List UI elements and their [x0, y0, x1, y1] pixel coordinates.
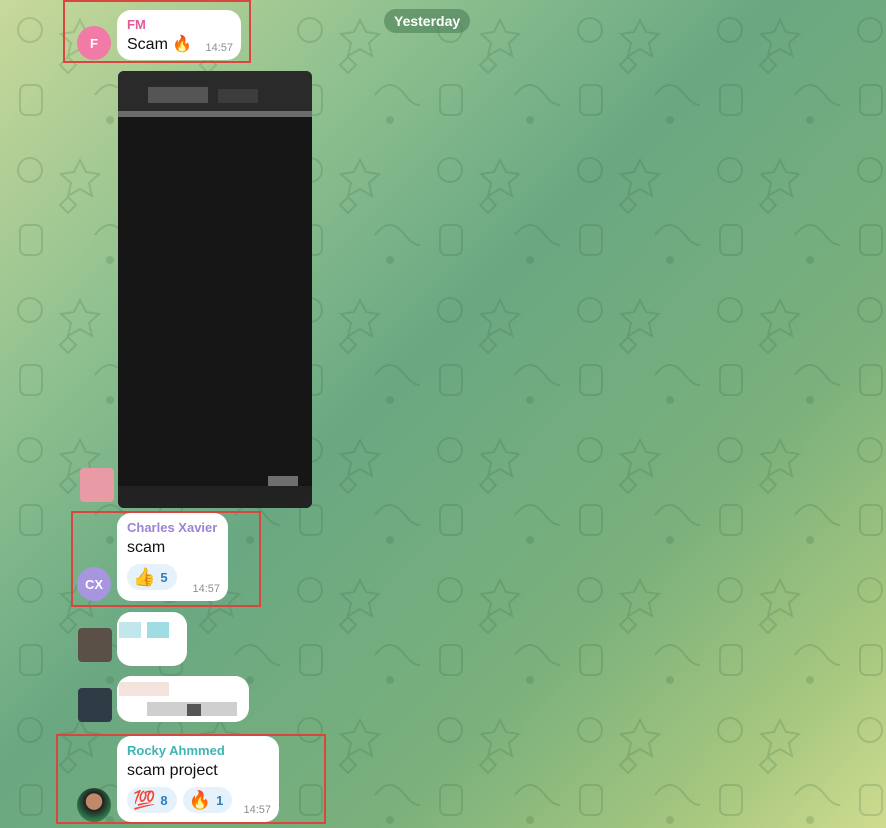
avatar-initial: CX [84, 576, 104, 592]
reaction-hundred[interactable]: 💯 8 [127, 787, 177, 813]
message-bubble[interactable]: Charles Xavier scam 👍 5 14:57 [117, 513, 228, 601]
blur-block [147, 622, 169, 638]
avatar-photo[interactable] [77, 788, 111, 822]
blur-block [148, 87, 208, 103]
blur-block [119, 622, 141, 638]
message-time: 14:57 [205, 42, 233, 54]
thumbs-up-icon: 👍 [133, 567, 156, 587]
message-bubble[interactable]: Rocky Ahmmed scam project 💯 8 🔥 1 14:57 [117, 736, 279, 822]
sender-name[interactable]: FM [127, 17, 231, 33]
message-bubble-pixelated[interactable] [117, 676, 249, 722]
bottom-bar-pixelated [118, 486, 312, 508]
blur-block [218, 89, 258, 103]
avatar-pixelated[interactable] [80, 468, 114, 502]
avatar-pixelated[interactable] [78, 628, 112, 662]
message-bubble-pixelated[interactable] [117, 612, 187, 666]
blur-block [187, 704, 201, 716]
sender-name[interactable]: Charles Xavier [127, 520, 218, 536]
fire-icon: 🔥 [188, 790, 212, 810]
date-separator: Yesterday [384, 9, 471, 33]
avatar[interactable]: CX [77, 567, 111, 601]
message-bubble[interactable]: FM Scam 🔥 14:57 [117, 10, 241, 60]
avatar[interactable]: F [77, 26, 111, 60]
message-time: 14:57 [192, 583, 220, 595]
avatar-initial: F [90, 35, 98, 51]
reaction-count: 5 [160, 569, 168, 585]
reaction-count: 1 [216, 792, 224, 808]
media-image[interactable] [118, 71, 312, 508]
hundred-points-icon: 💯 [133, 790, 156, 810]
reaction-count: 8 [160, 792, 168, 808]
message-text: scam [127, 539, 166, 556]
reaction-fire[interactable]: 🔥 1 [182, 787, 233, 813]
message-text: scam project [127, 762, 218, 779]
sender-name[interactable]: Rocky Ahmmed [127, 743, 269, 759]
avatar-pixelated[interactable] [78, 688, 112, 722]
reaction-thumbs-up[interactable]: 👍 5 [127, 564, 177, 590]
message-time: 14:57 [243, 804, 271, 816]
blur-block [118, 111, 312, 117]
blur-block [119, 682, 169, 696]
